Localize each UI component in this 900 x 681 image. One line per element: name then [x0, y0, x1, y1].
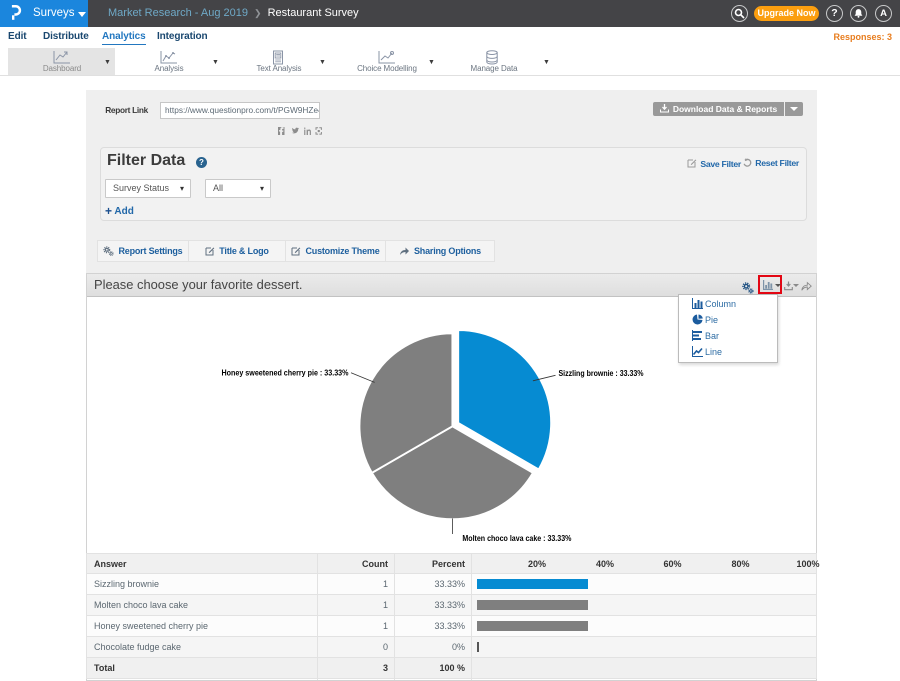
svg-text:Honey sweetened cherry pie : 3: Honey sweetened cherry pie : 33.33% [222, 369, 349, 378]
svg-text:Molten choco lava cake : 33.33: Molten choco lava cake : 33.33% [462, 534, 571, 543]
svg-text:Sizzling brownie : 33.33%: Sizzling brownie : 33.33% [559, 369, 644, 378]
